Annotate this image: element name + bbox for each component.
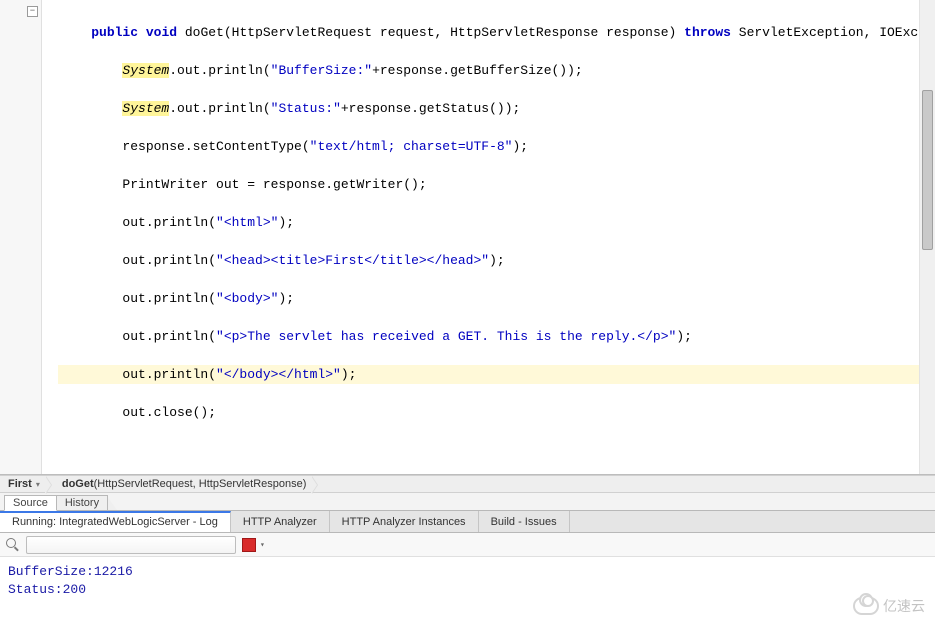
search-icon [6,538,20,552]
breadcrumb-method[interactable]: doGet(HttpServletRequest, HttpServletRes… [54,476,313,492]
vertical-scrollbar[interactable] [919,0,935,474]
log-toolbar: ▾ [0,533,935,557]
console-line: Status:200 [8,581,927,599]
code-editor: − public void doGet(HttpServletRequest r… [0,0,935,475]
chevron-down-icon: ▾ [36,480,40,489]
editor-margin [42,0,58,474]
editor-gutter: − [0,0,42,474]
tab-build-issues[interactable]: Build - Issues [479,511,570,532]
scrollbar-thumb[interactable] [922,90,933,250]
fold-toggle-icon[interactable]: − [27,6,38,17]
bottom-panel-tabs: Running: IntegratedWebLogicServer - Log … [0,511,935,533]
console-output[interactable]: BufferSize:12216 Status:200 亿速云 [0,557,935,621]
console-line: BufferSize:12216 [8,563,927,581]
code-area[interactable]: public void doGet(HttpServletRequest req… [58,0,919,474]
tab-source[interactable]: Source [4,495,57,511]
cloud-icon [853,597,879,615]
source-history-tabs: Source History [0,493,935,511]
ide-window: − public void doGet(HttpServletRequest r… [0,0,935,621]
chevron-down-icon[interactable]: ▾ [260,540,265,550]
tab-endcap [107,496,117,510]
breadcrumb: First ▾ doGet(HttpServletRequest, HttpSe… [0,475,935,493]
tab-http-analyzer-instances[interactable]: HTTP Analyzer Instances [330,511,479,532]
log-search-input[interactable] [26,536,236,554]
tab-history[interactable]: History [56,495,108,510]
stop-button[interactable] [242,538,256,552]
tab-running-log[interactable]: Running: IntegratedWebLogicServer - Log [0,511,231,532]
watermark: 亿速云 [853,597,925,615]
tab-http-analyzer[interactable]: HTTP Analyzer [231,511,330,532]
breadcrumb-class[interactable]: First ▾ [0,476,46,492]
